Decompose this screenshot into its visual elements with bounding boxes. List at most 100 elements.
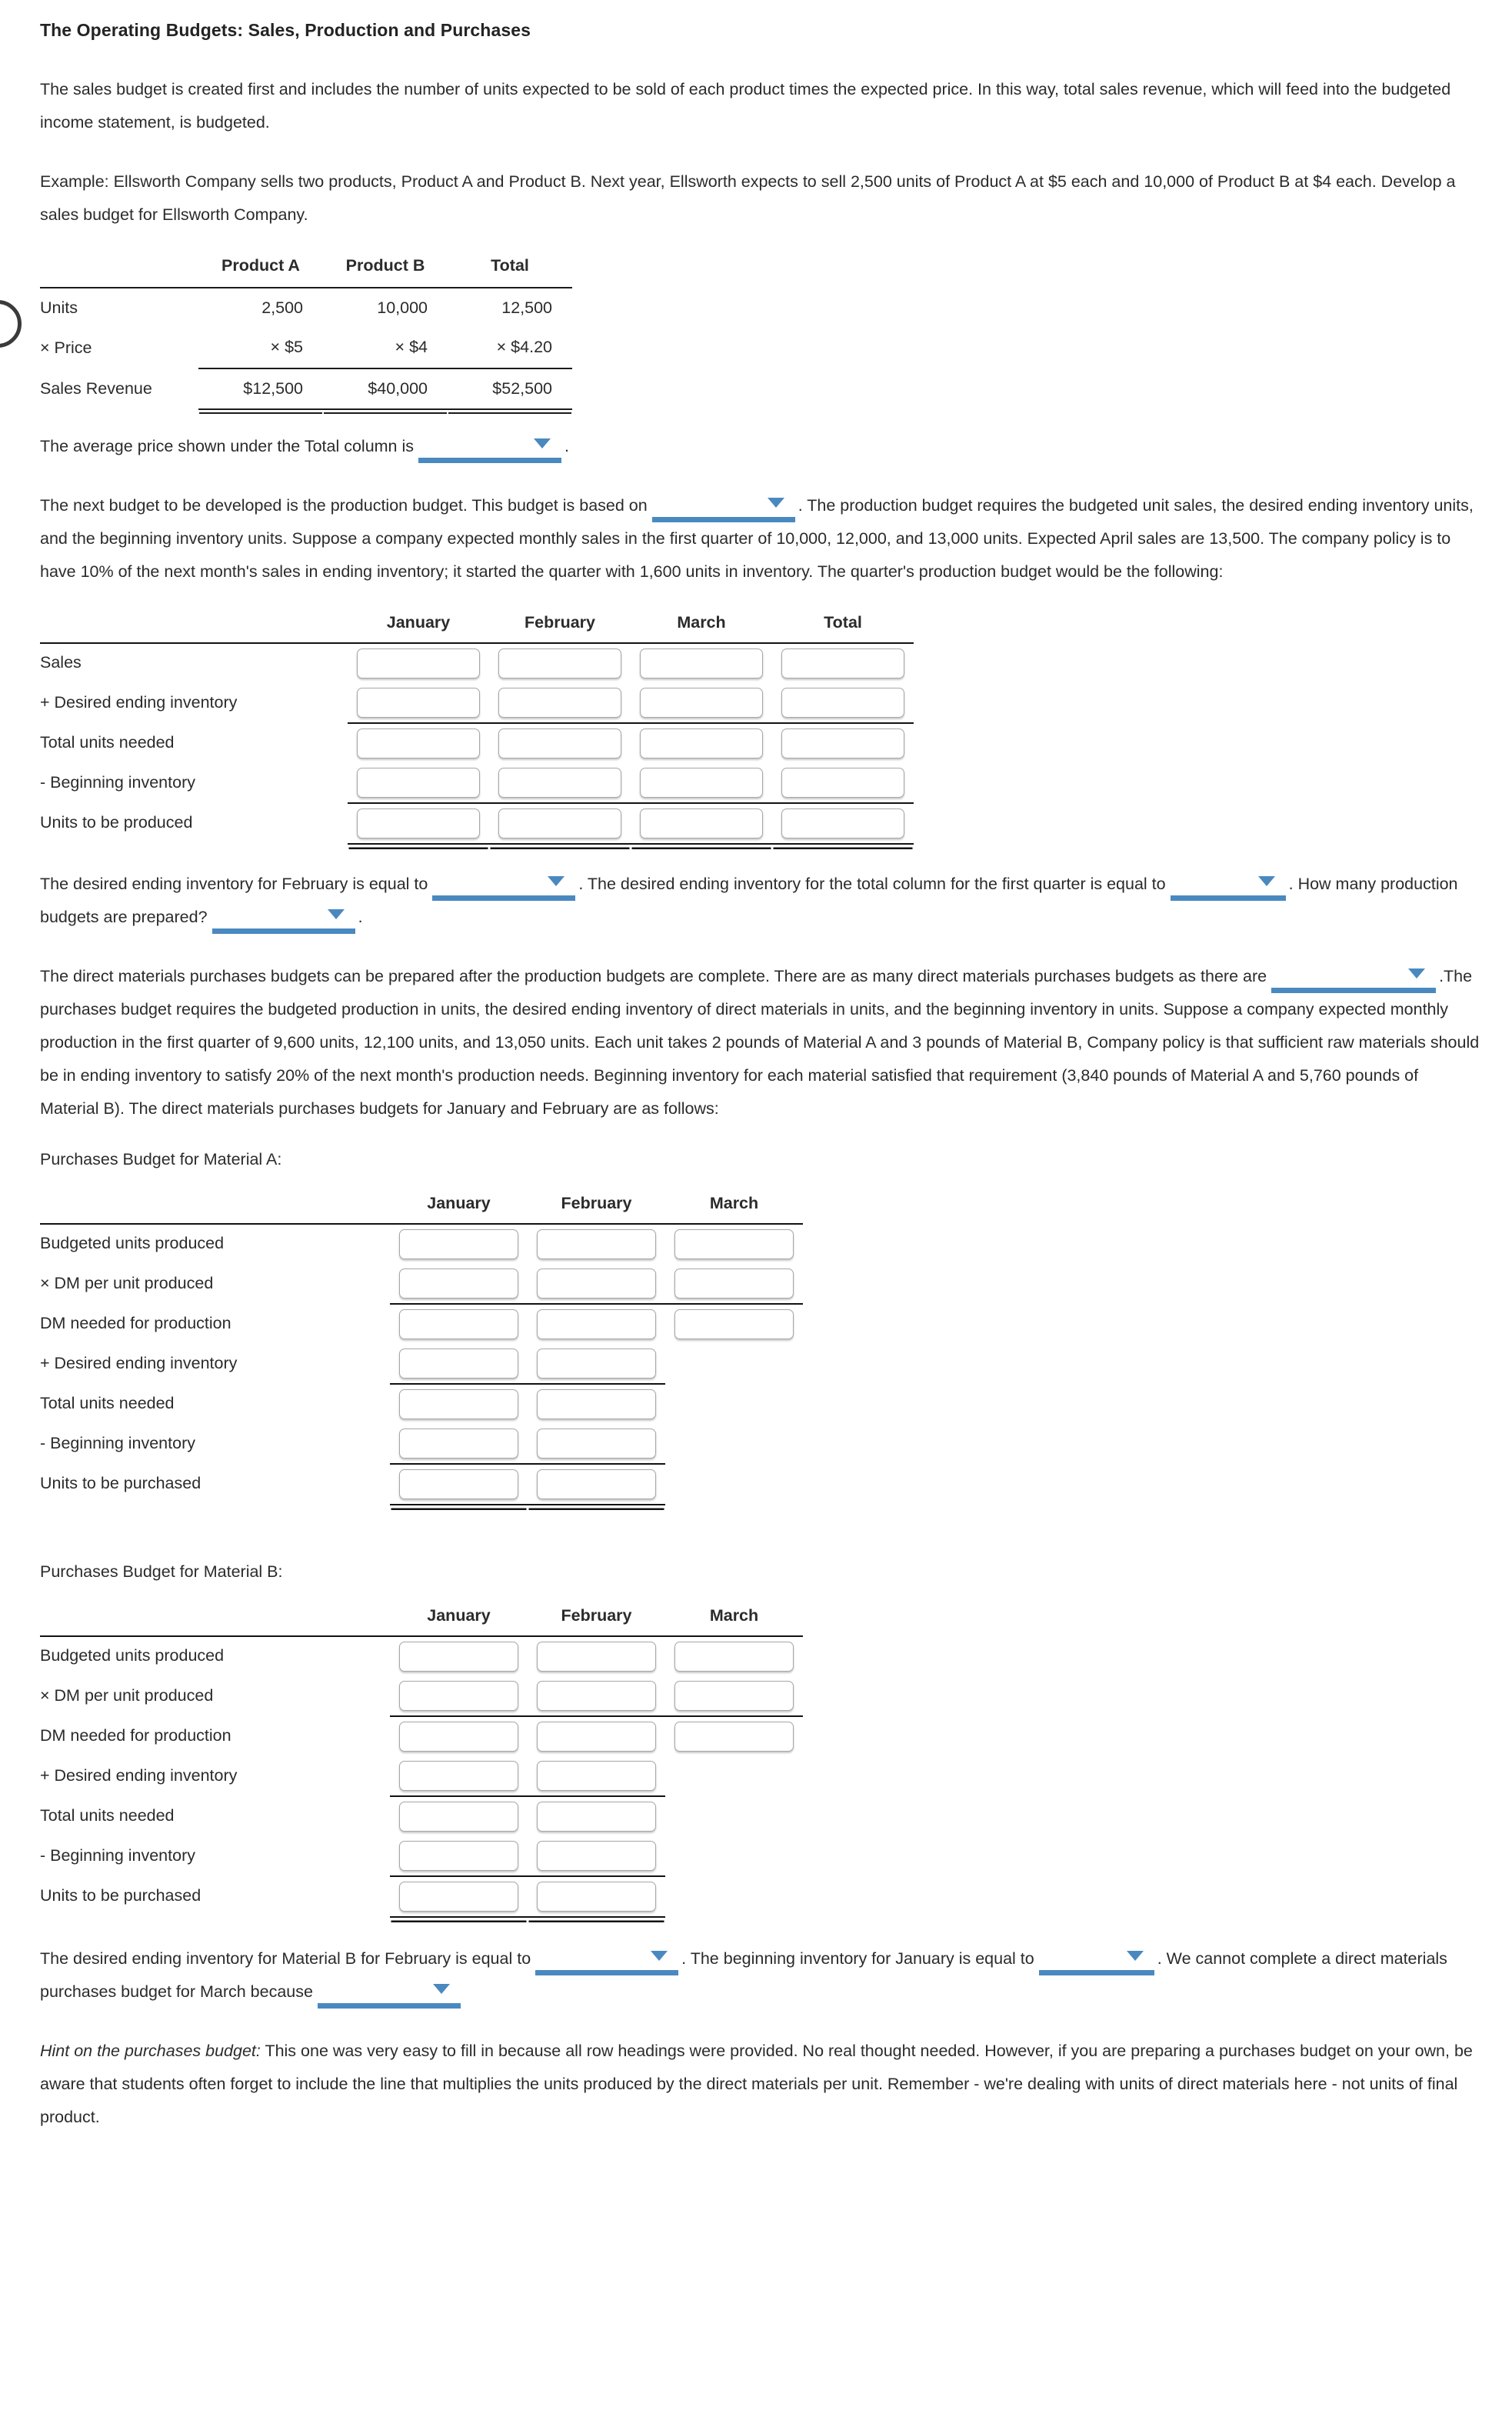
production-cell-sales-total[interactable] xyxy=(772,642,914,683)
production-cell-bi-january[interactable] xyxy=(348,762,489,804)
material-b-cell-dmpu-february[interactable] xyxy=(528,1675,665,1717)
production-cell-dei-march[interactable] xyxy=(631,682,772,724)
production-cell-sales-february[interactable] xyxy=(489,642,631,683)
production-cell-utp-february[interactable] xyxy=(489,802,631,845)
material-b-cell-dmn-march[interactable] xyxy=(665,1716,803,1756)
production-cell-tun-january[interactable] xyxy=(348,723,489,763)
material-a-cell-utp-february[interactable] xyxy=(528,1463,665,1505)
production-cell-tun-march[interactable] xyxy=(631,723,772,763)
material-b-cell-dmn-february[interactable] xyxy=(528,1716,665,1756)
material-a-input-bup-march[interactable] xyxy=(674,1229,794,1259)
material-b-cell-bup-january[interactable] xyxy=(390,1635,528,1676)
material-b-cell-dmpu-january[interactable] xyxy=(390,1675,528,1717)
material-b-input-bup-march[interactable] xyxy=(674,1641,794,1672)
material-b-input-bup-february[interactable] xyxy=(537,1641,656,1672)
production-input-bi-total[interactable] xyxy=(781,767,904,798)
material-b-cell-dmn-january[interactable] xyxy=(390,1716,528,1756)
material-b-cell-utp-january[interactable] xyxy=(390,1875,528,1918)
material-a-input-utp-february[interactable] xyxy=(537,1469,656,1499)
material-a-cell-dmpu-february[interactable] xyxy=(528,1263,665,1305)
material-a-cell-bi-january[interactable] xyxy=(390,1423,528,1465)
material-a-input-dmn-february[interactable] xyxy=(537,1309,656,1339)
production-cell-dei-february[interactable] xyxy=(489,682,631,724)
production-input-dei-total[interactable] xyxy=(781,687,904,718)
material-b-cell-bup-february[interactable] xyxy=(528,1635,665,1676)
production-cell-dei-january[interactable] xyxy=(348,682,489,724)
production-input-tun-march[interactable] xyxy=(640,728,763,758)
production-input-sales-march[interactable] xyxy=(640,648,763,678)
material-a-cell-dmn-march[interactable] xyxy=(665,1304,803,1344)
dropdown-how-many-budgets[interactable] xyxy=(211,908,355,934)
production-cell-utp-march[interactable] xyxy=(631,802,772,845)
production-cell-sales-march[interactable] xyxy=(631,642,772,683)
material-b-input-dmn-march[interactable] xyxy=(674,1721,794,1752)
dropdown-production-basis[interactable] xyxy=(651,497,795,522)
production-input-sales-february[interactable] xyxy=(498,648,621,678)
production-input-utp-january[interactable] xyxy=(357,808,480,838)
production-input-tun-february[interactable] xyxy=(498,728,621,758)
material-b-input-tun-january[interactable] xyxy=(399,1801,518,1832)
material-b-input-dei-january[interactable] xyxy=(399,1760,518,1791)
material-b-input-dmpu-february[interactable] xyxy=(537,1680,656,1711)
material-b-cell-dei-february[interactable] xyxy=(528,1755,665,1797)
material-a-input-dmn-march[interactable] xyxy=(674,1309,794,1339)
material-a-input-tun-january[interactable] xyxy=(399,1389,518,1419)
material-a-input-dmpu-march[interactable] xyxy=(674,1268,794,1299)
production-input-bi-february[interactable] xyxy=(498,767,621,798)
material-a-cell-dei-february[interactable] xyxy=(528,1343,665,1385)
material-a-input-dmn-january[interactable] xyxy=(399,1309,518,1339)
material-a-cell-utp-january[interactable] xyxy=(390,1463,528,1505)
production-cell-dei-total[interactable] xyxy=(772,682,914,724)
production-input-utp-march[interactable] xyxy=(640,808,763,838)
material-b-input-bi-january[interactable] xyxy=(399,1840,518,1871)
dropdown-matb-ei-february[interactable] xyxy=(535,1950,679,1975)
material-a-cell-bup-march[interactable] xyxy=(665,1222,803,1264)
dropdown-march-reason[interactable] xyxy=(317,1983,461,2009)
material-b-cell-bi-january[interactable] xyxy=(390,1835,528,1877)
material-a-input-utp-january[interactable] xyxy=(399,1469,518,1499)
material-a-input-bi-january[interactable] xyxy=(399,1428,518,1459)
material-b-cell-tun-january[interactable] xyxy=(390,1796,528,1836)
production-input-bi-january[interactable] xyxy=(357,767,480,798)
production-input-tun-january[interactable] xyxy=(357,728,480,758)
production-cell-bi-february[interactable] xyxy=(489,762,631,804)
production-input-dei-february[interactable] xyxy=(498,687,621,718)
material-a-cell-dmn-february[interactable] xyxy=(528,1304,665,1344)
material-b-input-utp-january[interactable] xyxy=(399,1881,518,1912)
production-input-dei-january[interactable] xyxy=(357,687,480,718)
production-cell-sales-january[interactable] xyxy=(348,642,489,683)
production-cell-tun-total[interactable] xyxy=(772,723,914,763)
material-b-input-bup-january[interactable] xyxy=(399,1641,518,1672)
production-cell-tun-february[interactable] xyxy=(489,723,631,763)
production-input-sales-total[interactable] xyxy=(781,648,904,678)
dropdown-as-there-are[interactable] xyxy=(1271,968,1437,993)
material-a-input-bup-february[interactable] xyxy=(537,1229,656,1259)
material-b-cell-bup-march[interactable] xyxy=(665,1635,803,1676)
material-a-input-bup-january[interactable] xyxy=(399,1229,518,1259)
material-b-cell-dei-january[interactable] xyxy=(390,1755,528,1797)
production-input-utp-total[interactable] xyxy=(781,808,904,838)
material-a-cell-bup-january[interactable] xyxy=(390,1222,528,1264)
material-b-input-dmpu-march[interactable] xyxy=(674,1680,794,1711)
material-b-cell-dmpu-march[interactable] xyxy=(665,1675,803,1717)
material-a-cell-bup-february[interactable] xyxy=(528,1222,665,1264)
dropdown-average-price[interactable] xyxy=(418,438,562,463)
material-b-input-utp-february[interactable] xyxy=(537,1881,656,1912)
dropdown-desired-ei-total[interactable] xyxy=(1170,875,1286,901)
material-b-input-bi-february[interactable] xyxy=(537,1840,656,1871)
material-b-input-dmn-january[interactable] xyxy=(399,1721,518,1752)
material-a-cell-tun-february[interactable] xyxy=(528,1384,665,1424)
dropdown-beginning-inventory-january[interactable] xyxy=(1038,1950,1154,1975)
material-a-input-dmpu-january[interactable] xyxy=(399,1268,518,1299)
material-a-cell-dmn-january[interactable] xyxy=(390,1304,528,1344)
dropdown-desired-ei-february[interactable] xyxy=(432,875,576,901)
production-cell-utp-total[interactable] xyxy=(772,802,914,845)
material-a-input-bi-february[interactable] xyxy=(537,1428,656,1459)
material-b-cell-tun-february[interactable] xyxy=(528,1796,665,1836)
production-cell-utp-january[interactable] xyxy=(348,802,489,845)
material-a-input-dmpu-february[interactable] xyxy=(537,1268,656,1299)
material-a-input-dei-january[interactable] xyxy=(399,1348,518,1379)
material-a-cell-dei-january[interactable] xyxy=(390,1343,528,1385)
material-a-cell-tun-january[interactable] xyxy=(390,1384,528,1424)
material-b-cell-bi-february[interactable] xyxy=(528,1835,665,1877)
